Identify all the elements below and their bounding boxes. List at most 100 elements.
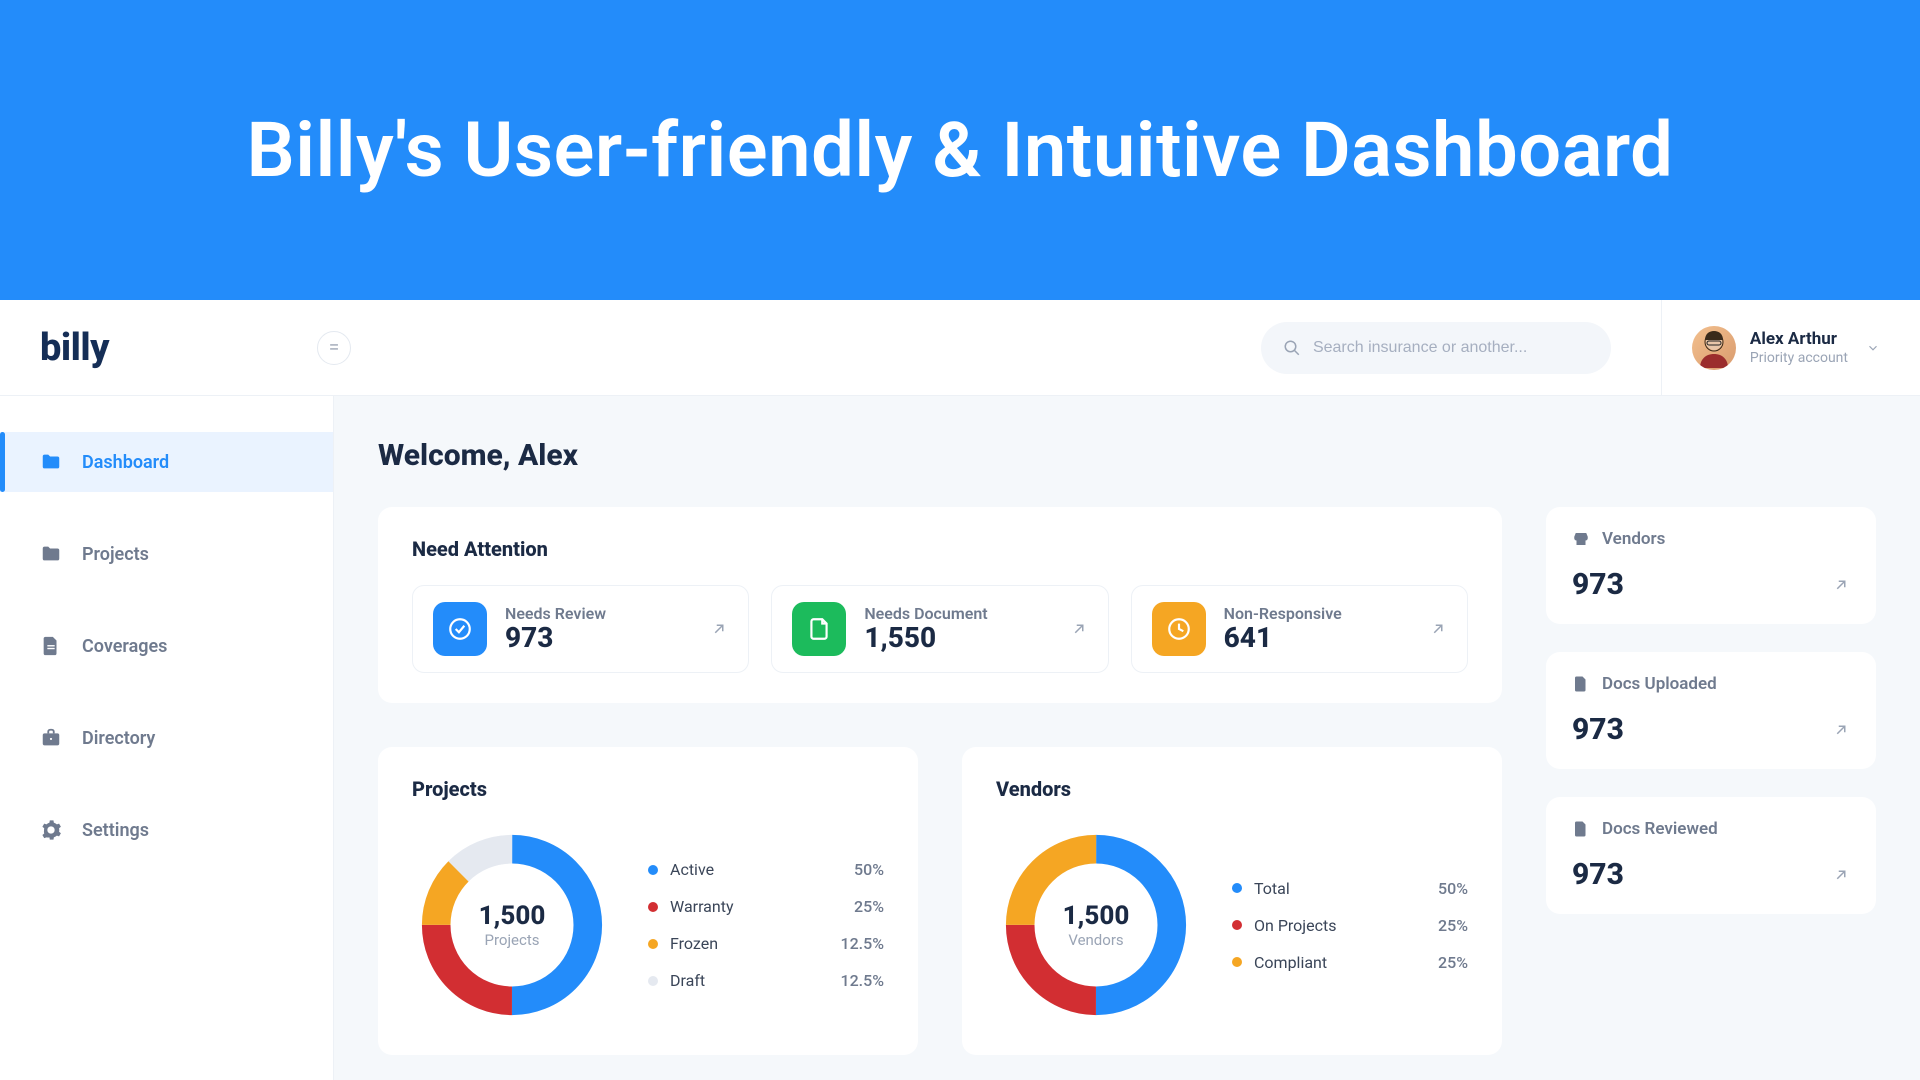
mini-value: 973 — [1572, 712, 1624, 747]
mini-label: Docs Uploaded — [1602, 674, 1717, 694]
stat-value: 1,550 — [864, 623, 987, 654]
main-content: Welcome, Alex Need Attention Ne — [334, 396, 1920, 1080]
search-input[interactable] — [1313, 339, 1589, 357]
legend-row: Total50% — [1232, 879, 1468, 898]
legend-name: Frozen — [670, 934, 840, 953]
legend-name: Active — [670, 860, 854, 879]
legend-dot-icon — [1232, 883, 1242, 893]
avatar — [1692, 326, 1736, 370]
gear-icon — [40, 819, 62, 841]
user-menu[interactable]: Alex Arthur Priority account — [1661, 300, 1920, 395]
need-attention-card: Need Attention Needs Review 973 — [378, 507, 1502, 703]
legend-row: On Projects25% — [1232, 916, 1468, 935]
legend-value: 25% — [1438, 916, 1468, 935]
legend-row: Draft12.5% — [648, 971, 884, 990]
brand-name: billy — [40, 326, 109, 370]
legend-value: 12.5% — [840, 934, 884, 953]
mini-label: Vendors — [1602, 529, 1665, 549]
folder-icon — [40, 543, 62, 565]
mini-card-docs-uploaded[interactable]: Docs Uploaded 973 — [1546, 652, 1876, 769]
donut-label: Projects — [485, 931, 540, 949]
donut-label: Vendors — [1068, 931, 1123, 949]
sidebar-item-dashboard[interactable]: Dashboard — [0, 432, 333, 492]
legend-name: Warranty — [670, 897, 854, 916]
vendors-chart-card: Vendors 1,500 Vendors Total50%On Project… — [962, 747, 1502, 1055]
clock-icon — [1152, 602, 1206, 656]
briefcase-icon — [40, 727, 62, 749]
user-subtitle: Priority account — [1750, 350, 1848, 366]
hamburger-icon: = — [329, 339, 338, 357]
sidebar-item-label: Settings — [82, 820, 149, 841]
mini-label: Docs Reviewed — [1602, 819, 1718, 839]
legend-value: 25% — [854, 897, 884, 916]
legend-value: 50% — [1438, 879, 1468, 898]
legend-dot-icon — [648, 939, 658, 949]
mini-value: 973 — [1572, 567, 1624, 602]
legend-dot-icon — [648, 976, 658, 986]
stat-value: 973 — [505, 623, 606, 654]
projects-chart-card: Projects 1,500 Projects Active50%Warrant… — [378, 747, 918, 1055]
search-icon — [1283, 338, 1301, 358]
vendors-legend: Total50%On Projects25%Compliant25% — [1232, 879, 1468, 972]
card-title: Projects — [412, 777, 884, 801]
sidebar-item-label: Directory — [82, 728, 155, 749]
stat-needs-review[interactable]: Needs Review 973 — [412, 585, 749, 673]
mini-card-docs-reviewed[interactable]: Docs Reviewed 973 — [1546, 797, 1876, 914]
vendors-donut: 1,500 Vendors — [996, 825, 1196, 1025]
file-icon — [40, 635, 62, 657]
legend-name: Compliant — [1254, 953, 1438, 972]
card-title: Vendors — [996, 777, 1468, 801]
sidebar-item-settings[interactable]: Settings — [0, 800, 333, 860]
stat-non-responsive[interactable]: Non-Responsive 641 — [1131, 585, 1468, 673]
stat-value: 641 — [1224, 623, 1342, 654]
sidebar-item-label: Projects — [82, 544, 149, 565]
check-circle-icon — [433, 602, 487, 656]
legend-value: 12.5% — [840, 971, 884, 990]
sidebar-item-coverages[interactable]: Coverages — [0, 616, 333, 676]
legend-value: 25% — [1438, 953, 1468, 972]
user-name: Alex Arthur — [1750, 329, 1848, 349]
legend-dot-icon — [648, 865, 658, 875]
legend-row: Compliant25% — [1232, 953, 1468, 972]
file-icon — [1572, 675, 1590, 693]
folder-icon — [40, 451, 62, 473]
sidebar-item-label: Dashboard — [82, 452, 169, 473]
topbar: billy = Alex Arthur Priority account — [0, 300, 1920, 396]
legend-row: Frozen12.5% — [648, 934, 884, 953]
legend-dot-icon — [1232, 957, 1242, 967]
legend-name: Draft — [670, 971, 840, 990]
arrow-ne-icon — [1070, 620, 1088, 638]
card-title: Need Attention — [412, 537, 1468, 561]
arrow-ne-icon — [1832, 866, 1850, 884]
sidebar-item-projects[interactable]: Projects — [0, 524, 333, 584]
store-icon — [1572, 530, 1590, 548]
donut-value: 1,500 — [479, 901, 546, 931]
file-icon — [1572, 820, 1590, 838]
arrow-ne-icon — [710, 620, 728, 638]
chevron-down-icon — [1866, 341, 1880, 355]
projects-legend: Active50%Warranty25%Frozen12.5%Draft12.5… — [648, 860, 884, 990]
legend-name: Total — [1254, 879, 1438, 898]
sidebar-item-directory[interactable]: Directory — [0, 708, 333, 768]
legend-value: 50% — [854, 860, 884, 879]
legend-name: On Projects — [1254, 916, 1438, 935]
sidebar-collapse-button[interactable]: = — [317, 331, 351, 365]
hero-banner: Billy's User-friendly & Intuitive Dashbo… — [0, 0, 1920, 300]
projects-donut: 1,500 Projects — [412, 825, 612, 1025]
sidebar-item-label: Coverages — [82, 636, 167, 657]
mini-card-vendors[interactable]: Vendors 973 — [1546, 507, 1876, 624]
legend-dot-icon — [1232, 920, 1242, 930]
hero-title: Billy's User-friendly & Intuitive Dashbo… — [247, 105, 1674, 195]
legend-dot-icon — [648, 902, 658, 912]
search-box[interactable] — [1261, 322, 1611, 374]
sidebar: Dashboard Projects Coverages Directory S… — [0, 396, 334, 1080]
arrow-ne-icon — [1832, 721, 1850, 739]
legend-row: Warranty25% — [648, 897, 884, 916]
stat-needs-document[interactable]: Needs Document 1,550 — [771, 585, 1108, 673]
donut-value: 1,500 — [1063, 901, 1130, 931]
document-icon — [792, 602, 846, 656]
brand: billy — [0, 326, 334, 370]
arrow-ne-icon — [1429, 620, 1447, 638]
mini-value: 973 — [1572, 857, 1624, 892]
arrow-ne-icon — [1832, 576, 1850, 594]
